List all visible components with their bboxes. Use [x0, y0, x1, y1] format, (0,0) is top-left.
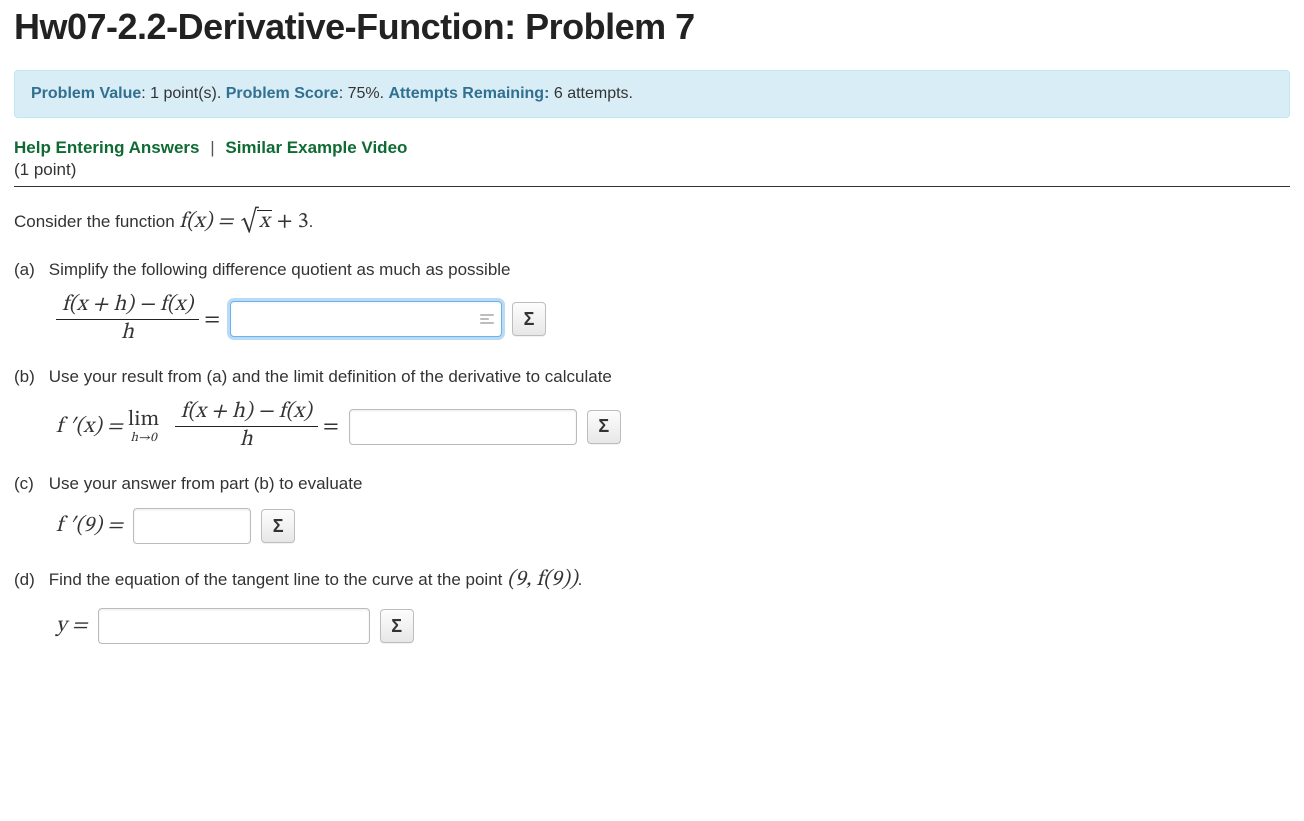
stem-text-a: Consider the function	[14, 212, 179, 231]
function-definition: f(x) = x + 3	[179, 211, 308, 233]
lim-word: lim	[128, 409, 159, 431]
dq-numerator: f(x + h) − f(x)	[56, 294, 199, 320]
answer-c-input[interactable]	[133, 508, 251, 544]
equation-editor-button-b[interactable]: Σ	[587, 410, 621, 444]
sqrt-icon: x	[239, 207, 272, 238]
fprime-x: f ′(x) =	[56, 416, 128, 438]
part-c-label: (c)	[14, 474, 44, 494]
part-c: (c) Use your answer from part (b) to eva…	[14, 474, 1290, 544]
answer-a-input[interactable]	[230, 301, 502, 337]
part-d-text-pre: Find the equation of the tangent line to…	[49, 570, 507, 589]
equation-editor-button-a[interactable]: Σ	[512, 302, 546, 336]
points-label: (1 point)	[14, 160, 1290, 180]
info-attempts-label: Attempts Remaining:	[389, 85, 550, 102]
equation-editor-button-d[interactable]: Σ	[380, 609, 414, 643]
dq-denominator-b: h	[240, 427, 253, 452]
page-title: Hw07-2.2-Derivative-Function: Problem 7	[14, 6, 1290, 48]
part-d-text-post: .	[578, 570, 583, 589]
help-links-row: Help Entering Answers | Similar Example …	[14, 138, 1290, 158]
fn-tail: + 3	[272, 211, 309, 233]
stem-text-b: .	[309, 212, 314, 231]
fn-radicand: x	[257, 210, 272, 233]
fn-lhs: f(x) =	[179, 211, 238, 233]
info-attempts-text: 6 attempts.	[549, 85, 633, 102]
info-value-text: : 1 point(s).	[141, 85, 225, 102]
equation-editor-button-c[interactable]: Σ	[261, 509, 295, 543]
dq-denominator: h	[121, 320, 134, 345]
problem-stem: Consider the function f(x) = x + 3.	[14, 207, 1290, 238]
difference-quotient: f(x + h) − f(x) h =	[56, 294, 220, 345]
equals-sign: =	[204, 309, 220, 331]
part-a-text: Simplify the following difference quotie…	[49, 260, 511, 279]
help-entering-answers-link[interactable]: Help Entering Answers	[14, 138, 199, 157]
equals-sign-b: =	[323, 416, 339, 438]
divider	[14, 186, 1290, 187]
dq-numerator-b: f(x + h) − f(x)	[175, 401, 318, 427]
answer-d-input[interactable]	[98, 608, 370, 644]
info-score-text: : 75%.	[339, 85, 389, 102]
info-score-label: Problem Score	[226, 85, 339, 102]
limit-operator: lim h→0	[128, 409, 159, 445]
part-b-text: Use your result from (a) and the limit d…	[49, 367, 612, 386]
problem-info-box: Problem Value: 1 point(s). Problem Score…	[14, 70, 1290, 118]
tangent-point: (9, f(9))	[507, 569, 578, 591]
y-equals: y =	[56, 612, 88, 640]
part-d: (d) Find the equation of the tangent lin…	[14, 566, 1290, 644]
fprime-9: f ′(9) =	[56, 512, 123, 540]
part-a-label: (a)	[14, 260, 44, 280]
part-b: (b) Use your result from (a) and the lim…	[14, 367, 1290, 452]
part-c-text: Use your answer from part (b) to evaluat…	[49, 474, 363, 493]
part-b-label: (b)	[14, 367, 44, 387]
link-separator: |	[204, 138, 220, 157]
part-a: (a) Simplify the following difference qu…	[14, 260, 1290, 345]
limit-definition: f ′(x) = lim h→0 f(x + h) − f(x) h =	[56, 401, 339, 452]
lim-sub: h→0	[130, 432, 156, 445]
similar-example-video-link[interactable]: Similar Example Video	[225, 138, 407, 157]
part-d-label: (d)	[14, 570, 44, 590]
answer-b-input[interactable]	[349, 409, 577, 445]
info-value-label: Problem Value	[31, 85, 141, 102]
